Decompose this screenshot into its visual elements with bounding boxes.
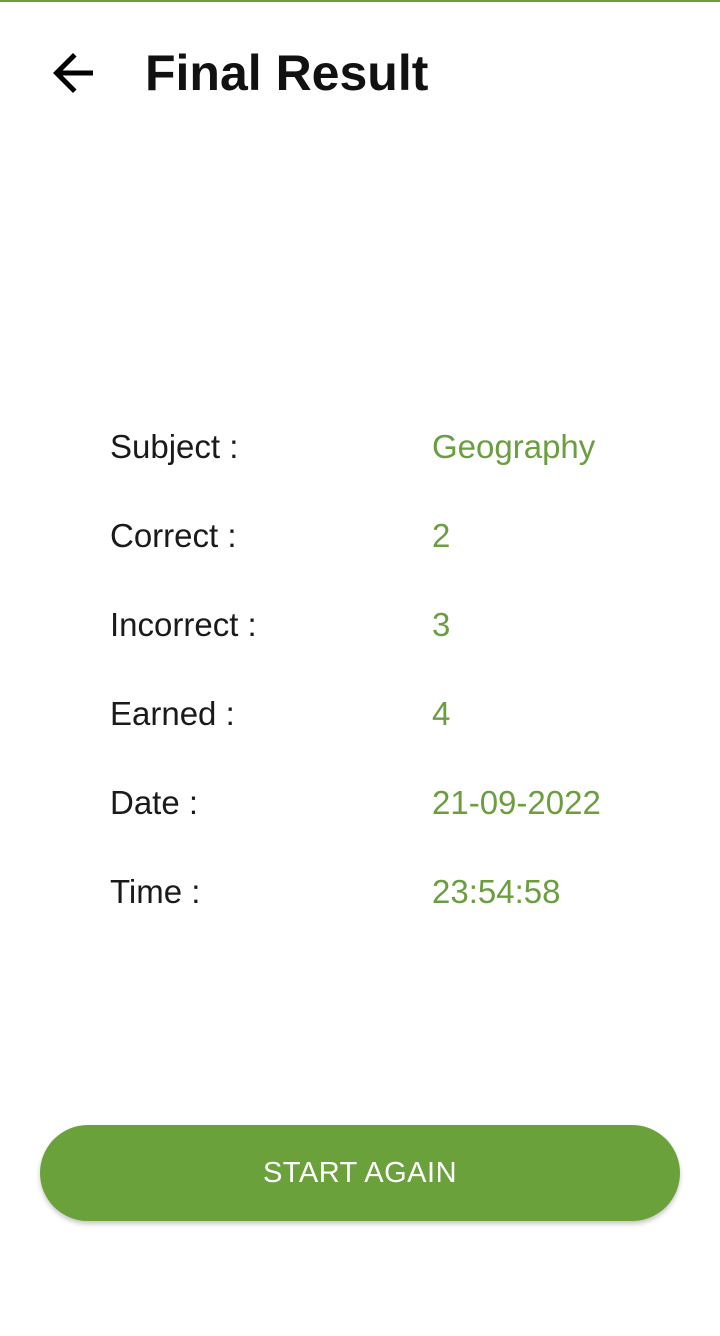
- subject-value: Geography: [432, 428, 596, 465]
- back-button[interactable]: [28, 28, 118, 118]
- date-label: Date :: [110, 784, 199, 821]
- time-label: Time :: [110, 873, 201, 910]
- result-row-date: Date : 21-09-2022: [110, 766, 670, 855]
- time-value: 23:54:58: [432, 873, 561, 910]
- app-bar: Final Result: [0, 2, 720, 142]
- date-value: 21-09-2022: [432, 784, 601, 821]
- correct-value: 2: [432, 517, 451, 554]
- earned-label: Earned :: [110, 695, 235, 732]
- result-row-earned: Earned : 4: [110, 677, 670, 766]
- result-row-incorrect: Incorrect : 3: [110, 588, 670, 677]
- result-row-correct: Correct : 2: [110, 499, 670, 588]
- incorrect-label: Incorrect :: [110, 606, 257, 643]
- earned-value: 4: [432, 695, 451, 732]
- result-list: Subject : Geography Correct : 2 Incorrec…: [110, 410, 670, 944]
- page-title: Final Result: [145, 45, 429, 101]
- result-row-subject: Subject : Geography: [110, 410, 670, 499]
- incorrect-value: 3: [432, 606, 451, 643]
- result-row-time: Time : 23:54:58: [110, 855, 670, 944]
- correct-label: Correct :: [110, 517, 237, 554]
- arrow-left-icon: [53, 53, 93, 93]
- subject-label: Subject :: [110, 428, 239, 465]
- start-again-button[interactable]: START AGAIN: [40, 1125, 680, 1221]
